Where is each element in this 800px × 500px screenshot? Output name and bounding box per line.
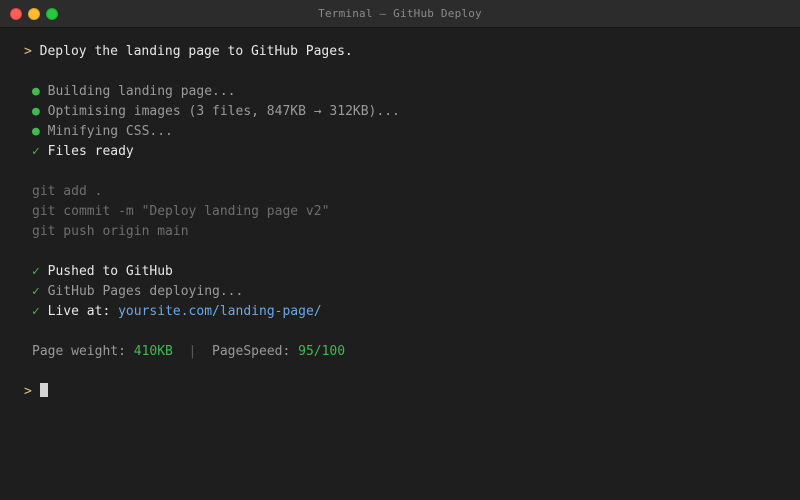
progress-dot-icon: ● <box>32 84 40 99</box>
build-step: ● Optimising images (3 files, 847KB → 31… <box>32 102 400 122</box>
build-step-text: Files ready <box>47 144 134 159</box>
checkmark-icon: ✓ <box>32 304 40 319</box>
build-step-text: Minifying CSS... <box>47 124 173 139</box>
live-label: Live at: <box>47 304 119 319</box>
result-line: ✓ Pushed to GitHub <box>32 262 173 282</box>
page-weight-label: Page weight: <box>32 344 134 359</box>
result-text: GitHub Pages deploying... <box>47 284 244 299</box>
page-weight-value: 410KB <box>133 344 173 359</box>
text-cursor[interactable] <box>39 383 48 397</box>
checkmark-icon: ✓ <box>32 284 40 299</box>
result-text: Pushed to GitHub <box>47 264 173 279</box>
stats-line: Page weight: 410KB | PageSpeed: 95/100 <box>32 342 345 362</box>
build-step-text: Building landing page... <box>47 84 236 99</box>
stats-separator: | <box>172 344 213 359</box>
result-line: ✓ GitHub Pages deploying... <box>32 282 243 302</box>
title-bar: Terminal — GitHub Deploy <box>0 0 800 28</box>
prompt-symbol: > <box>24 384 32 399</box>
result-line: ✓ Live at: yoursite.com/landing-page/ <box>32 302 322 322</box>
terminal-window: Terminal — GitHub Deploy > Deploy the la… <box>0 0 800 500</box>
terminal-output[interactable]: > Deploy the landing page to GitHub Page… <box>0 28 800 500</box>
prompt-symbol: > <box>24 44 32 59</box>
pagespeed-value: 95/100 <box>298 344 346 359</box>
command-line: > Deploy the landing page to GitHub Page… <box>24 42 353 62</box>
build-step: ● Minifying CSS... <box>32 122 173 142</box>
build-step-text: Optimising images (3 files, 847KB → 312K… <box>47 104 400 119</box>
command-text: Deploy the landing page to GitHub Pages. <box>39 44 353 59</box>
progress-dot-icon: ● <box>32 104 40 119</box>
git-command: git add . <box>32 184 103 199</box>
window-title: Terminal — GitHub Deploy <box>318 7 482 20</box>
live-url-link[interactable]: yoursite.com/landing-page/ <box>118 304 322 319</box>
checkmark-icon: ✓ <box>32 264 40 279</box>
git-command: git push origin main <box>32 224 189 239</box>
progress-dot-icon: ● <box>32 124 40 139</box>
build-step: ● Building landing page... <box>32 82 236 102</box>
input-prompt-line[interactable]: > <box>24 382 48 402</box>
git-command: git commit -m "Deploy landing page v2" <box>32 204 330 219</box>
checkmark-icon: ✓ <box>32 144 40 159</box>
build-step: ✓ Files ready <box>32 142 134 162</box>
pagespeed-label: PageSpeed: <box>212 344 299 359</box>
